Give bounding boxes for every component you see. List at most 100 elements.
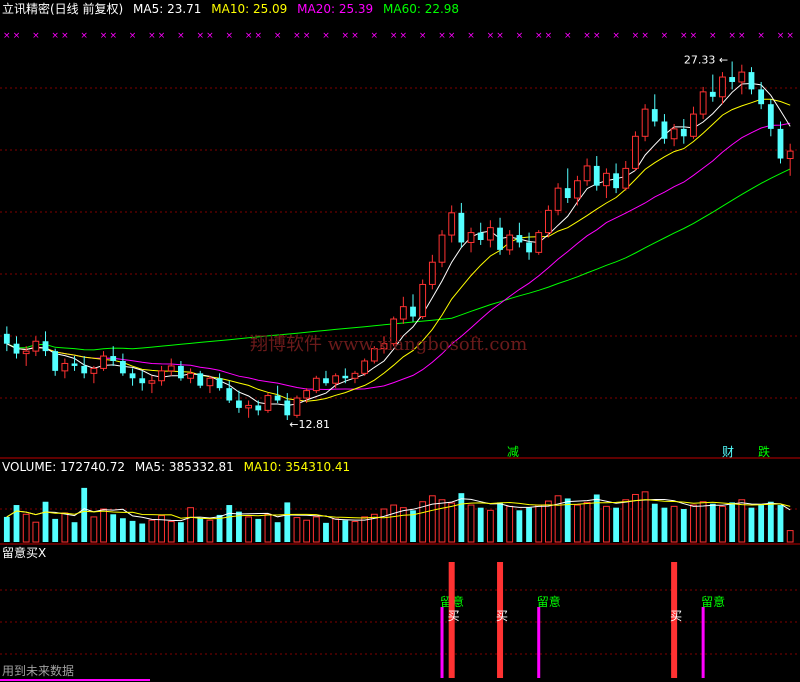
candle-body (293, 397, 301, 416)
candle-body (690, 113, 697, 137)
candle-body (187, 372, 194, 379)
top-marker: × (564, 31, 572, 41)
candle-body (342, 375, 349, 379)
volume-bar (42, 501, 49, 542)
top-marker: × (13, 31, 21, 41)
chart-title: 立讯精密(日线 前复权) (2, 2, 124, 16)
candle-body (583, 165, 591, 182)
ma60-line (6, 168, 791, 351)
volume-bar (284, 502, 291, 542)
top-marker: × (129, 31, 137, 41)
top-marker: × (371, 31, 379, 41)
candle-body (399, 306, 407, 320)
candle-body (100, 355, 107, 369)
top-marker: × (351, 31, 359, 41)
candle-body (622, 167, 630, 189)
top-marker: × (583, 31, 591, 41)
candle-body (613, 173, 619, 189)
top-marker: × (225, 31, 233, 41)
volume-bar (274, 522, 281, 542)
candle-body (428, 261, 436, 285)
candle-body (699, 91, 707, 115)
candle-body (22, 350, 30, 355)
candle-body (332, 375, 340, 384)
volume-bar (342, 520, 349, 542)
volume-bar (506, 505, 514, 543)
top-marker: × (109, 31, 117, 41)
top-marker: × (709, 31, 717, 41)
volume-label: VOLUME: 172740.72 (2, 460, 125, 474)
volume-bar (554, 495, 562, 543)
top-marker: × (61, 31, 69, 41)
candle-body (448, 212, 456, 236)
volume-bar (448, 502, 456, 543)
watch-signal-label: 留意 (701, 594, 725, 609)
top-marker: × (738, 31, 746, 41)
indicator-header: 留意买X (2, 546, 47, 560)
volume-bar (767, 501, 774, 542)
candle-body (438, 234, 446, 263)
candle-body (719, 76, 726, 98)
candle-body (197, 373, 204, 386)
volume-bar (32, 521, 40, 543)
candle-body (361, 360, 369, 374)
volume-bar (226, 505, 233, 542)
volume-bar (670, 505, 678, 543)
candle-body (303, 390, 311, 399)
ma5-label: MA5: 23.71 (133, 2, 202, 16)
candle-body (516, 235, 523, 243)
candle-body (467, 232, 475, 243)
volume-ma5-label: MA5: 385332.81 (134, 460, 234, 474)
volume-bar (544, 500, 552, 543)
volume-bar (526, 507, 532, 542)
candle-body (641, 108, 649, 137)
candle-body (670, 128, 678, 140)
watch-signal-bar (537, 607, 541, 678)
top-marker: × (245, 31, 253, 41)
volume-bar (574, 504, 581, 543)
top-marker: × (274, 31, 282, 41)
ma60-label: MA60: 22.98 (383, 2, 460, 16)
volume-bar (486, 509, 494, 543)
candle-body (129, 373, 136, 379)
candle-body (264, 395, 272, 411)
top-marker: × (757, 31, 765, 41)
volume-bar (729, 502, 736, 542)
candle-body (323, 378, 329, 384)
volume-bar (690, 504, 697, 543)
top-marker: × (728, 31, 736, 41)
candle-body (477, 232, 484, 240)
top-marker: × (661, 31, 669, 41)
volume-bar (390, 504, 398, 543)
top-marker: × (690, 31, 698, 41)
candle-body (758, 89, 765, 105)
candle-body (42, 341, 49, 352)
candle-body (245, 404, 253, 409)
volume-bar (119, 518, 126, 542)
top-marker: × (786, 31, 794, 41)
candle-body (410, 306, 416, 317)
volume-bar (380, 508, 388, 543)
volume-bar (71, 522, 78, 542)
top-marker: × (100, 31, 108, 41)
candle-body (544, 209, 552, 234)
candle-body (574, 180, 581, 199)
volume-bar (361, 516, 369, 543)
watch-signal-label: 留意 (537, 594, 561, 609)
top-marker: × (255, 31, 263, 41)
volume-header: VOLUME: 172740.72 MA5: 385332.81 MA10: 3… (2, 460, 356, 474)
volume-bar (148, 519, 156, 543)
candle-body (178, 365, 184, 379)
volume-bar (52, 518, 59, 542)
candle-body (3, 333, 10, 344)
volume-bar (786, 530, 794, 543)
candle-body (709, 91, 716, 97)
top-marker: × (419, 31, 427, 41)
candle-body (351, 372, 359, 379)
candle-body (148, 380, 156, 384)
watch-signal-bar (440, 607, 444, 678)
volume-bar (351, 521, 359, 543)
candle-body (651, 109, 658, 122)
candle-body (486, 227, 494, 241)
volume-bar (661, 507, 668, 542)
